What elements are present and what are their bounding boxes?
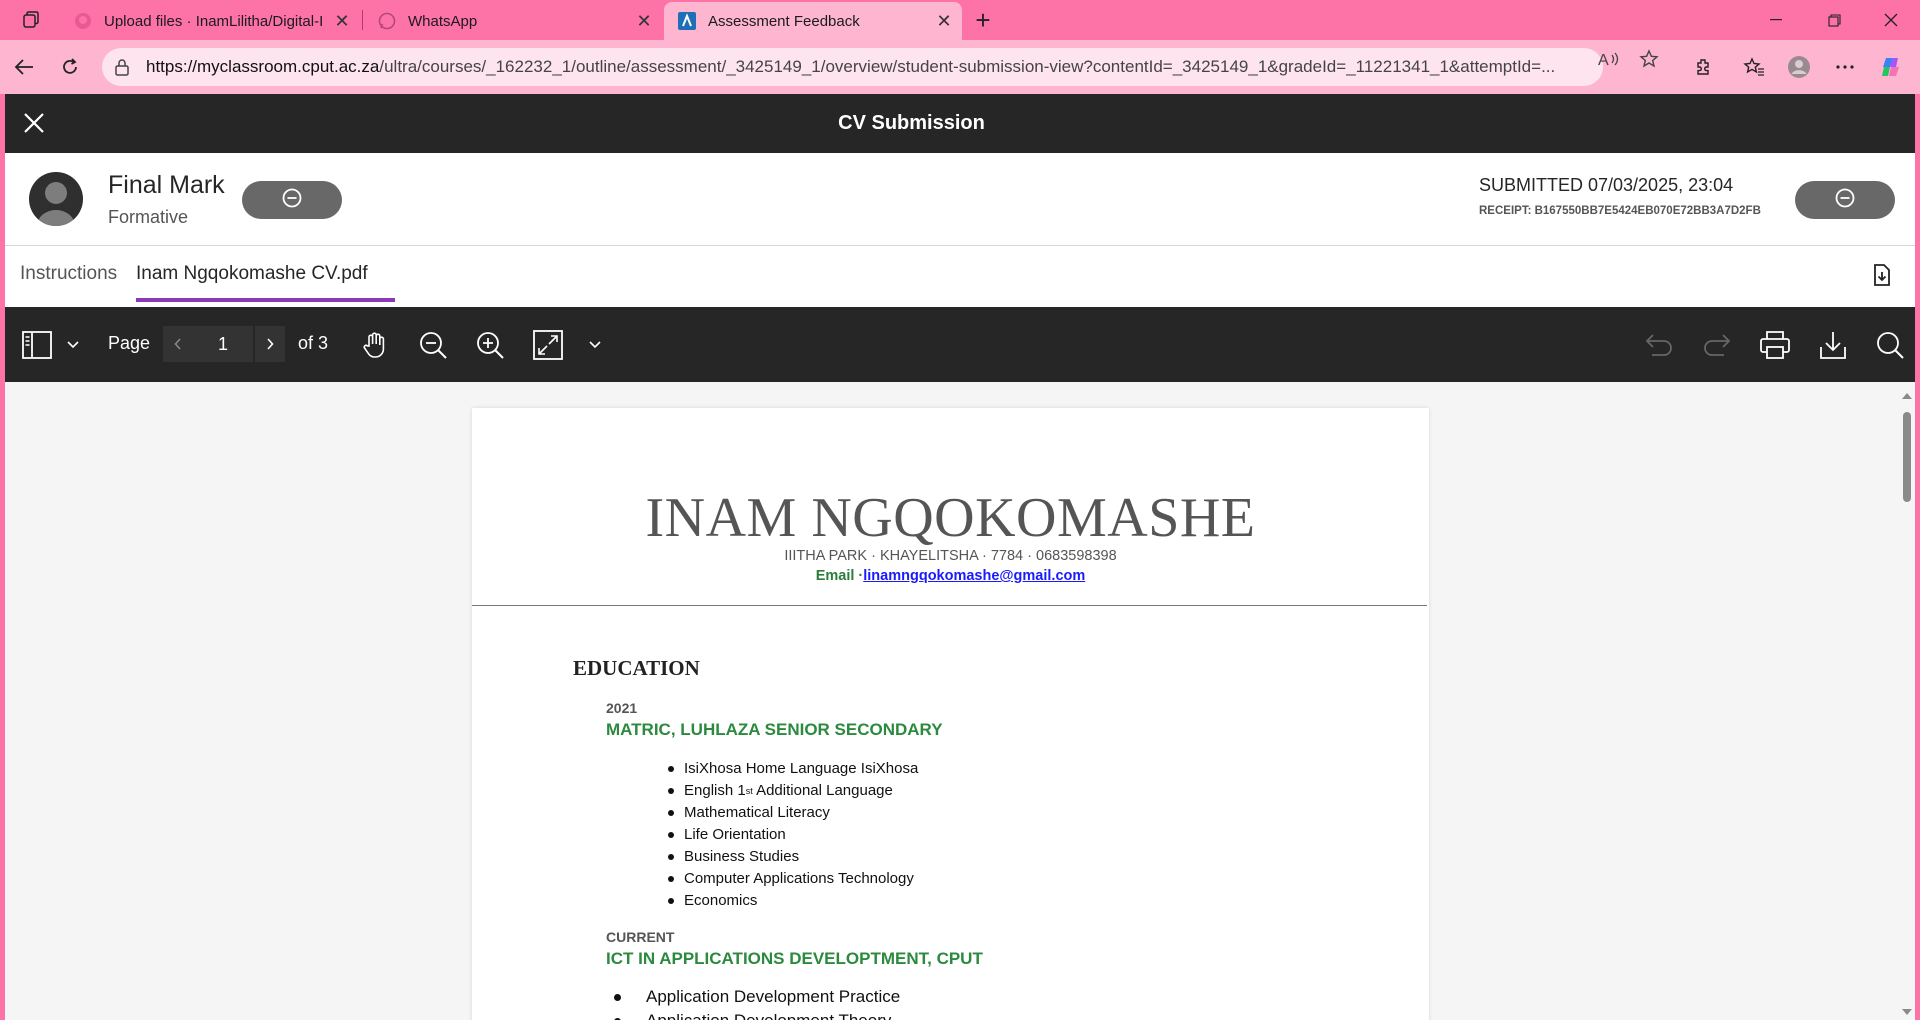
list-item: Life Orientation — [667, 824, 918, 846]
scrollbar[interactable] — [1899, 382, 1915, 1020]
scroll-up-icon[interactable] — [1901, 388, 1913, 399]
list-item: English 1st Additional Language — [667, 780, 918, 802]
grade-bar: Final Mark Formative SUBMITTED 07/03/202… — [5, 153, 1915, 246]
document-tabs: Instructions Inam Ngqokomashe CV.pdf — [5, 246, 1915, 302]
list-item: Computer Applications Technology — [667, 868, 918, 890]
favorite-star-icon[interactable] — [1632, 49, 1666, 69]
undo-icon[interactable] — [1641, 327, 1677, 363]
search-icon[interactable] — [1872, 327, 1908, 363]
page-label: Page — [108, 333, 151, 353]
list-item: Economics — [667, 890, 918, 912]
grade-type: Formative — [108, 207, 189, 227]
new-tab-icon[interactable]: + — [966, 5, 1000, 35]
close-window-icon[interactable] — [1862, 0, 1920, 40]
tab-instructions[interactable]: Instructions — [20, 246, 117, 302]
minimize-icon[interactable] — [1747, 0, 1805, 40]
restore-icon[interactable] — [1805, 0, 1863, 40]
pan-hand-icon[interactable] — [357, 327, 393, 363]
tab-title: Assessment Feedback — [708, 12, 860, 30]
submission-header: CV Submission — [5, 94, 1915, 153]
fit-page-icon[interactable] — [530, 327, 566, 363]
address-bar[interactable]: https://myclassroom.cput.ac.za/ultra/cou… — [102, 48, 1603, 86]
browser-tab-github[interactable]: Upload files · InamLilitha/Digital-I ✕ — [60, 2, 360, 40]
browser-tab-assessment-feedback[interactable]: Assessment Feedback ✕ — [664, 2, 962, 40]
minus-circle-icon — [281, 187, 303, 214]
copilot-icon[interactable] — [1874, 49, 1910, 85]
page-total: of 3 — [298, 333, 329, 353]
next-page-icon[interactable] — [255, 326, 285, 362]
final-mark-button[interactable] — [242, 181, 342, 219]
education-title: ICT IN APPLICATIONS DEVELOPTMENT, CPUT — [606, 949, 983, 968]
list-item: Business Studies — [667, 846, 918, 868]
list-item: IsiXhosa Home Language IsiXhosa — [667, 758, 918, 780]
tab-cv-file[interactable]: Inam Ngqokomashe CV.pdf — [136, 246, 368, 302]
zoom-in-icon[interactable] — [472, 327, 508, 363]
print-icon[interactable] — [1757, 327, 1793, 363]
section-heading-education: EDUCATION — [573, 656, 700, 680]
pdf-page: INAM NGQOKOMASHE IIITHA PARK · KHAYELITS… — [472, 408, 1429, 1020]
tab-separator — [362, 10, 363, 30]
download-file-icon[interactable] — [1870, 262, 1894, 288]
close-tab-icon[interactable]: ✕ — [932, 9, 956, 33]
chevron-down-icon[interactable] — [63, 327, 83, 363]
sidebar-toggle-icon[interactable] — [19, 327, 55, 363]
list-item: Mathematical Literacy — [667, 802, 918, 824]
browser-tab-whatsapp[interactable]: WhatsApp ✕ — [364, 2, 662, 40]
receipt-id: RECEIPT: B167550BB7E5424EB070E72BB3A7D2F… — [1479, 205, 1761, 217]
scroll-thumb[interactable] — [1903, 412, 1911, 502]
cv-email-line: Email ·linamngqokomashe@gmail.com — [472, 568, 1429, 584]
site-info-icon[interactable] — [114, 58, 134, 76]
read-aloud-icon[interactable]: A — [1592, 49, 1626, 69]
extensions-icon[interactable] — [1686, 49, 1722, 85]
whatsapp-icon — [378, 12, 396, 30]
subject-list: Application Development Practice Applica… — [613, 985, 900, 1020]
submitted-date: SUBMITTED 07/03/2025, 23:04 — [1479, 175, 1734, 195]
email-label: Email · — [815, 568, 864, 584]
prev-page-icon[interactable] — [163, 326, 193, 362]
page-number-input[interactable]: 1 — [193, 326, 253, 362]
subject-list: IsiXhosa Home Language IsiXhosa English … — [667, 758, 918, 912]
blackboard-icon — [678, 12, 696, 30]
pdf-toolbar: Page 1 of 3 — [5, 307, 1915, 382]
profile-icon[interactable] — [1781, 49, 1817, 85]
scroll-down-icon[interactable] — [1901, 1004, 1913, 1015]
url-text: https://myclassroom.cput.ac.za/ultra/cou… — [146, 57, 1556, 76]
tab-title: WhatsApp — [408, 12, 478, 30]
page-title: CV Submission — [838, 112, 985, 134]
education-year: 2021 — [606, 700, 638, 716]
redo-icon[interactable] — [1699, 327, 1735, 363]
close-tab-icon[interactable]: ✕ — [330, 9, 354, 33]
education-year: CURRENT — [606, 929, 675, 945]
tab-actions-icon[interactable] — [14, 6, 48, 34]
email-link[interactable]: linamngqokomashe@gmail.com — [863, 568, 1085, 584]
browser-tab-strip: Upload files · InamLilitha/Digital-I ✕ W… — [0, 0, 1920, 40]
list-item: Application Development Practice — [613, 985, 900, 1009]
list-item: Application Development Theory — [613, 1009, 900, 1020]
cv-name: INAM NGQOKOMASHE — [645, 487, 1256, 549]
avatar[interactable] — [29, 172, 83, 226]
download-icon[interactable] — [1815, 327, 1851, 363]
github-icon — [74, 12, 92, 30]
cv-contact: IIITHA PARK · KHAYELITSHA · 7784 · 06835… — [784, 548, 1117, 564]
final-mark-label: Final Mark — [108, 171, 225, 199]
page-content: CV Submission Final Mark Formative SUBMI… — [5, 94, 1915, 1020]
chevron-down-icon[interactable] — [585, 327, 605, 363]
back-icon[interactable] — [6, 49, 42, 85]
attempt-grade-button[interactable] — [1795, 181, 1895, 219]
favorites-icon[interactable] — [1736, 49, 1772, 85]
more-menu-icon[interactable] — [1827, 49, 1863, 85]
divider — [472, 605, 1427, 606]
reload-icon[interactable] — [52, 49, 88, 85]
education-title: MATRIC, LUHLAZA SENIOR SECONDARY — [606, 720, 943, 739]
browser-toolbar: https://myclassroom.cput.ac.za/ultra/cou… — [0, 40, 1920, 94]
close-tab-icon[interactable]: ✕ — [632, 9, 656, 33]
active-tab-indicator — [136, 298, 395, 302]
zoom-out-icon[interactable] — [415, 327, 451, 363]
pdf-viewer[interactable]: INAM NGQOKOMASHE IIITHA PARK · KHAYELITS… — [5, 382, 1915, 1020]
svg-text:A: A — [1598, 52, 1609, 68]
tab-title: Upload files · InamLilitha/Digital-I — [104, 12, 324, 30]
minus-circle-icon — [1834, 187, 1856, 214]
